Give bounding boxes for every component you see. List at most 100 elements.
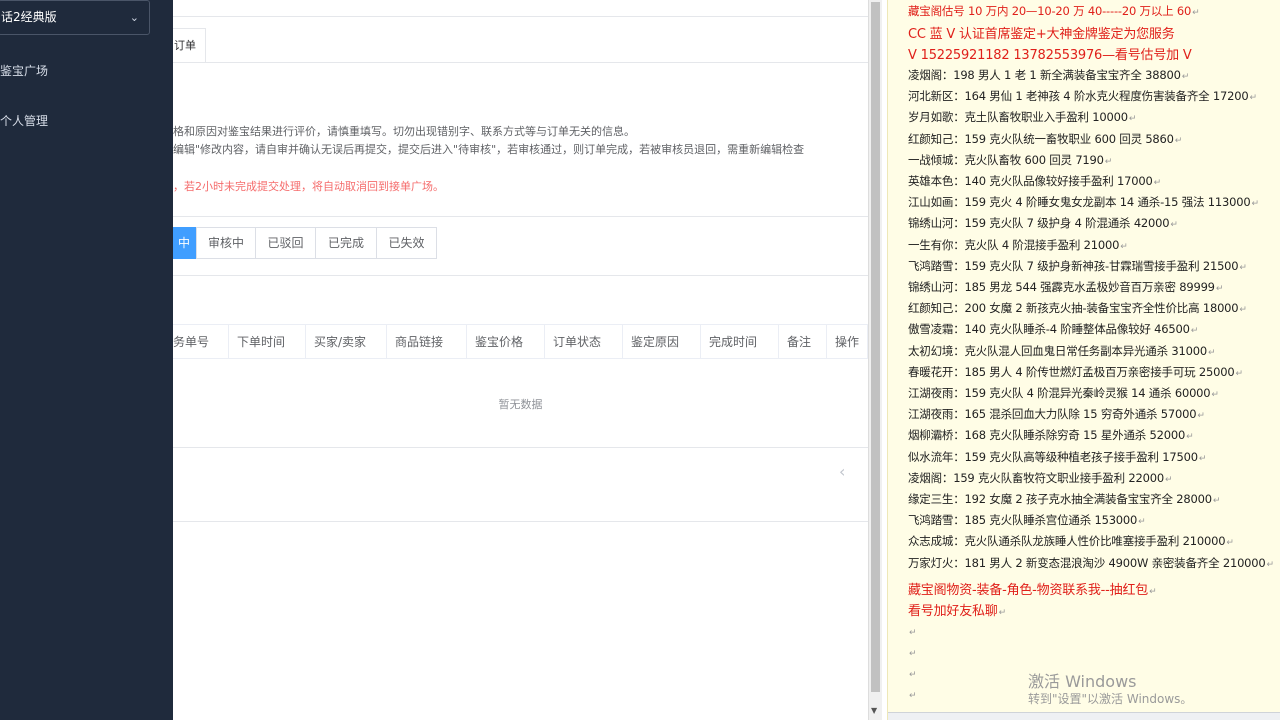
sidebar-item-personal[interactable]: 个人管理: [0, 112, 48, 129]
status-tab-rejected[interactable]: 已驳回: [256, 227, 316, 259]
doc-list-item: 红颜知己：159 克火队统一畜牧职业 600 回灵 5860↵: [908, 131, 1183, 146]
column-header: 商品链接: [387, 325, 467, 359]
prev-page-button[interactable]: ‹: [839, 462, 845, 481]
sidebar: 话2经典版 ⌄ 鉴宝广场 个人管理: [0, 0, 173, 720]
doc-list-item-text: 锦绣山河：185 男龙 544 强霹克水孟极妙音百万亲密 89999: [908, 280, 1215, 294]
doc-header-line: 藏宝阁估号 10 万内 20—10-20 万 40-----20 万以上 60↵: [908, 4, 1200, 18]
doc-list-item-text: 缘定三生：192 女魔 2 孩子克水抽全满装备宝宝齐全 28000: [908, 492, 1212, 506]
doc-list-item-text: 一生有你：克火队 4 阶混接手盈利 21000: [908, 237, 1120, 252]
doc-list-item: 江山如画：159 克火 4 阶睡女鬼女龙副本 14 通杀-15 强法 11300…: [908, 195, 1259, 210]
game-version-select[interactable]: 话2经典版 ⌄: [0, 0, 150, 35]
column-header: 操作: [827, 325, 868, 359]
doc-list-item-text: 似水流年：159 克火队高等级种植老孩子接手盈利 17500: [908, 449, 1198, 464]
doc-list-item-text: 凌烟阁：159 克火队畜牧符文职业接手盈利 22000: [908, 470, 1164, 485]
column-header: 鉴宝价格: [467, 325, 545, 359]
notice-text: 格和原因对鉴宝结果进行评价，请慎重填写。切勿出现错别字、联系方式等与订单无关的信…: [173, 125, 635, 138]
warning-text: ，若2小时未完成提交处理，将自动取消回到接单广场。: [173, 180, 444, 193]
doc-header-line: CC 蓝 V 认证首席鉴定+大神金牌鉴定为您服务: [908, 27, 1175, 42]
doc-list-item: 江湖夜雨：159 克火队 4 阶混异光秦岭灵猴 14 通杀 60000↵: [908, 386, 1219, 400]
doc-list-item-text: 飞鸿踏雪：185 克火队睡杀宫位通杀 153000: [908, 513, 1138, 528]
empty-paragraph: ↵: [909, 670, 917, 680]
doc-list-item: 河北新区：164 男仙 1 老神孩 4 阶水克火程度伤害装备齐全 17200↵: [908, 89, 1257, 104]
divider: [173, 521, 868, 522]
doc-list-item-text: 春暖花开：185 男人 4 阶传世燃灯孟极百万亲密接手可玩 25000: [908, 364, 1235, 379]
doc-list-item-text: 烟柳灞桥：168 克火队睡杀除穷奇 15 星外通杀 52000: [908, 428, 1186, 443]
status-tabs: 中 审核中 已驳回 已完成 已失效: [173, 227, 437, 259]
column-header: 备注: [779, 325, 827, 359]
doc-list-item: 锦绣山河：185 男龙 544 强霹克水孟极妙音百万亲密 89999↵: [908, 280, 1224, 294]
vertical-scrollbar[interactable]: ▼: [868, 0, 882, 720]
divider: [173, 216, 868, 217]
divider: [173, 447, 868, 448]
activation-watermark-sub: 转到"设置"以激活 Windows。: [1028, 692, 1193, 706]
tab-orders[interactable]: 订单: [173, 28, 206, 62]
doc-list-item: 凌烟阁：159 克火队畜牧符文职业接手盈利 22000↵: [908, 470, 1173, 485]
doc-list-item: 红颜知己：200 女魔 2 新孩克火抽-装备宝宝齐全性价比高 18000↵: [908, 301, 1247, 316]
doc-header-line: V 15225921182 13782553976—看号估号加 V: [908, 48, 1192, 63]
doc-list-item: 凌烟阁：198 男人 1 老 1 新全满装备宝宝齐全 38800↵: [908, 68, 1190, 82]
column-header: 务单号: [173, 325, 229, 359]
column-header: 完成时间: [701, 325, 779, 359]
divider: [173, 275, 868, 276]
doc-list-item: 太初幻境：克火队混人回血鬼日常任务副本异光通杀 31000↵: [908, 343, 1216, 358]
table-header: 务单号 下单时间 买家/卖家 商品链接 鉴宝价格 订单状态 鉴定原因 完成时间 …: [173, 324, 868, 359]
divider: [173, 16, 868, 17]
status-strip: [888, 712, 1280, 720]
empty-paragraph: ↵: [909, 691, 917, 701]
column-header: 订单状态: [545, 325, 623, 359]
doc-list-item: 锦绣山河：159 克火队 7 级护身 4 阶混通杀 42000↵: [908, 216, 1178, 231]
game-version-label: 话2经典版: [1, 10, 57, 24]
doc-list-item: 飞鸿踏雪：159 克火队 7 级护身新神孩-甘霖瑞雪接手盈利 21500↵: [908, 258, 1247, 273]
doc-list-item: 一战倾城：克火队畜牧 600 回灵 7190↵: [908, 152, 1113, 167]
doc-list-item-text: 万家灯火：181 男人 2 新变态混浪淘沙 4900W 亲密装备齐全 21000…: [908, 555, 1266, 570]
scroll-down-icon[interactable]: ▼: [871, 706, 877, 715]
column-header: 买家/卖家: [306, 325, 387, 359]
chevron-down-icon: ⌄: [129, 11, 139, 24]
doc-list-item-text: 红颜知己：159 克火队统一畜牧职业 600 回灵 5860: [908, 131, 1174, 146]
doc-list-item-text: 江湖夜雨：159 克火队 4 阶混异光秦岭灵猴 14 通杀 60000: [908, 386, 1211, 400]
activation-watermark: 激活 Windows: [1028, 672, 1137, 691]
empty-state: 暂无数据: [498, 398, 543, 411]
doc-list-item-text: 太初幻境：克火队混人回血鬼日常任务副本异光通杀 31000: [908, 343, 1207, 358]
doc-list-item-text: 飞鸿踏雪：159 克火队 7 级护身新神孩-甘霖瑞雪接手盈利 21500: [908, 258, 1239, 273]
doc-list-item: 万家灯火：181 男人 2 新变态混浪淘沙 4900W 亲密装备齐全 21000…: [908, 555, 1274, 570]
doc-list-item-text: 红颜知己：200 女魔 2 新孩克火抽-装备宝宝齐全性价比高 18000: [908, 301, 1239, 316]
empty-paragraph: ↵: [909, 628, 917, 638]
sidebar-item-appraisal-plaza[interactable]: 鉴宝广场: [0, 62, 48, 79]
doc-list-item-text: 江湖夜雨：165 混杀回血大力队除 15 穷奇外通杀 57000: [908, 407, 1197, 422]
main-panel: 订单 格和原因对鉴宝结果进行评价，请慎重填写。切勿出现错别字、联系方式等与订单无…: [173, 0, 868, 720]
doc-list-item: 众志成城：克火队通杀队龙族睡人性价比唯塞接手盈利 210000↵: [908, 534, 1234, 549]
doc-list-item: 一生有你：克火队 4 阶混接手盈利 21000↵: [908, 237, 1128, 252]
doc-list-item-text: 傲雪凌霜：140 克火队睡杀-4 阶睡整体品像较好 46500: [908, 322, 1190, 337]
doc-list-item: 缘定三生：192 女魔 2 孩子克水抽全满装备宝宝齐全 28000↵: [908, 492, 1221, 506]
doc-list-item-text: 江山如画：159 克火 4 阶睡女鬼女龙副本 14 通杀-15 强法 11300…: [908, 195, 1251, 210]
doc-footer-line: 看号加好友私聊↵: [908, 604, 1006, 619]
status-tab-reviewing[interactable]: 审核中: [196, 227, 256, 259]
doc-list-item: 岁月如歌：克土队畜牧职业入手盈利 10000↵: [908, 110, 1137, 125]
sidebar-item-label: 鉴宝广场: [0, 64, 49, 78]
doc-list-item-text: 锦绣山河：159 克火队 7 级护身 4 阶混通杀 42000: [908, 216, 1170, 231]
status-tab-expired[interactable]: 已失效: [377, 227, 437, 259]
doc-list-item: 江湖夜雨：165 混杀回血大力队除 15 穷奇外通杀 57000↵: [908, 407, 1205, 422]
doc-list-item: 烟柳灞桥：168 克火队睡杀除穷奇 15 星外通杀 52000↵: [908, 428, 1194, 443]
scrollbar-thumb[interactable]: [871, 2, 880, 692]
doc-list-item: 春暖花开：185 男人 4 阶传世燃灯孟极百万亲密接手可玩 25000↵: [908, 364, 1243, 379]
status-tab-completed[interactable]: 已完成: [316, 227, 377, 259]
status-tab-in-progress[interactable]: 中: [173, 227, 196, 259]
doc-list-item-text: 众志成城：克火队通杀队龙族睡人性价比唯塞接手盈利 210000: [908, 534, 1226, 549]
sidebar-item-label: 个人管理: [0, 114, 49, 128]
doc-list-item: 似水流年：159 克火队高等级种植老孩子接手盈利 17500↵: [908, 449, 1207, 464]
notice-text: 编辑"修改内容，请自审并确认无误后再提交，提交后进入"待审核"，若审核通过，则订…: [173, 143, 805, 156]
doc-list-item: 傲雪凌霜：140 克火队睡杀-4 阶睡整体品像较好 46500↵: [908, 322, 1199, 337]
doc-list-item-text: 一战倾城：克火队畜牧 600 回灵 7190: [908, 152, 1104, 167]
document-panel: 藏宝阁估号 10 万内 20—10-20 万 40-----20 万以上 60↵…: [887, 0, 1280, 720]
doc-list-item-text: 凌烟阁：198 男人 1 老 1 新全满装备宝宝齐全 38800: [908, 68, 1181, 82]
column-header: 鉴定原因: [623, 325, 701, 359]
column-header: 下单时间: [229, 325, 306, 359]
doc-list-item: 英雄本色：140 克火队品像较好接手盈利 17000↵: [908, 174, 1161, 188]
doc-list-item-text: 河北新区：164 男仙 1 老神孩 4 阶水克火程度伤害装备齐全 17200: [908, 89, 1249, 104]
doc-list-item-text: 岁月如歌：克土队畜牧职业入手盈利 10000: [908, 110, 1128, 125]
doc-footer-line: 藏宝阁物资-装备-角色-物资联系我--抽红包↵: [908, 583, 1157, 598]
empty-paragraph: ↵: [909, 649, 917, 659]
doc-list-item: 飞鸿踏雪：185 克火队睡杀宫位通杀 153000↵: [908, 513, 1146, 528]
